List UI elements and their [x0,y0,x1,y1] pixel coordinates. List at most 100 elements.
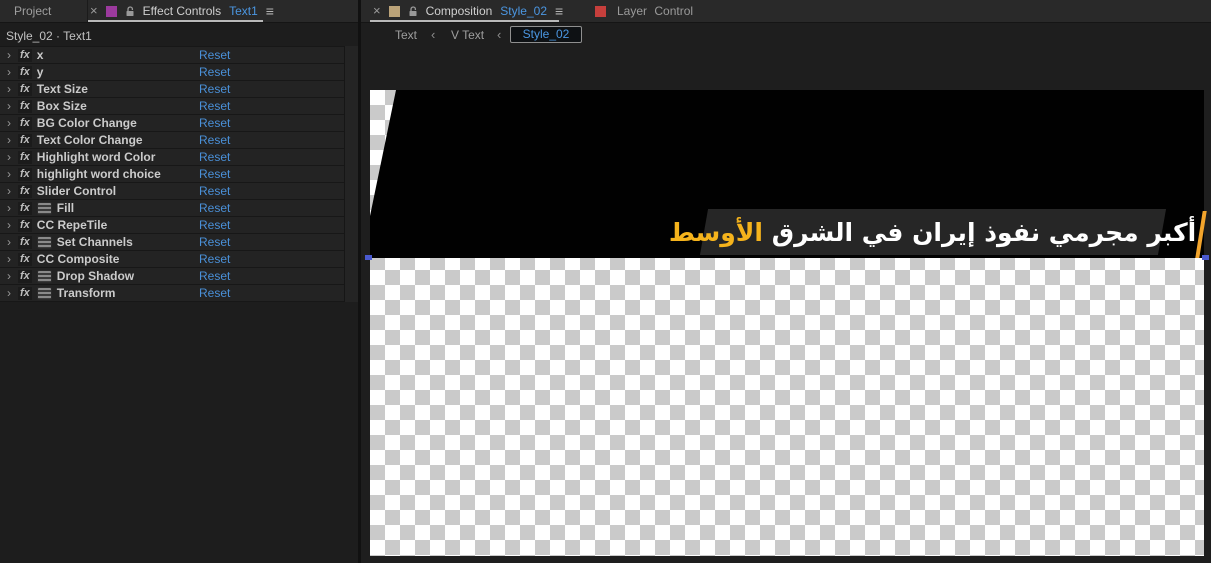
expand-chevron-icon[interactable]: › [7,65,15,79]
tab-composition[interactable]: × Composition Style_02 ≡ [373,0,563,22]
effect-row[interactable]: › fx Text Size Reset [0,81,344,98]
expand-chevron-icon[interactable]: › [7,99,15,113]
fx-toggle-icon[interactable]: fx [18,116,32,130]
effect-row[interactable]: › fx CC Composite Reset [0,251,344,268]
effect-plugin-icon [36,235,52,249]
fx-toggle-icon[interactable]: fx [18,269,32,283]
reset-link[interactable]: Reset [199,286,230,300]
headline-highlight: الأوسط [669,217,764,247]
effect-row[interactable]: › fx highlight word choice Reset [0,166,344,183]
layer-handle-right[interactable] [1202,255,1209,260]
fx-toggle-icon[interactable]: fx [18,99,32,113]
tab-layer-control[interactable]: Layer Control [595,0,693,22]
effect-row[interactable]: › fx Fill Reset [0,200,344,217]
fx-toggle-icon[interactable]: fx [18,65,32,79]
close-icon[interactable]: × [373,0,381,22]
panel-menu-icon[interactable]: ≡ [266,3,274,19]
reset-link[interactable]: Reset [199,133,230,147]
breadcrumb-current-comp[interactable]: Style_02 [510,26,582,43]
effect-row[interactable]: › fx x Reset [0,47,344,64]
panel-group-chip-tan [388,5,400,17]
reset-link[interactable]: Reset [199,269,230,283]
expand-chevron-icon[interactable]: › [7,150,15,164]
tab-effect-controls[interactable]: × Effect Controls Text1 ≡ [90,0,274,22]
expand-chevron-icon[interactable]: › [7,116,15,130]
reset-link[interactable]: Reset [199,235,230,249]
reset-link[interactable]: Reset [199,82,230,96]
fx-toggle-icon[interactable]: fx [18,133,32,147]
expand-chevron-icon[interactable]: › [7,167,15,181]
effect-controls-title: Effect Controls [142,4,222,18]
composition-viewport[interactable]: أكبر مجرمي نفوذ إيران في الشرق الأوسط [365,90,1209,556]
expand-chevron-icon[interactable]: › [7,82,15,96]
fx-toggle-icon[interactable]: fx [18,82,32,96]
headline-white: أكبر مجرمي نفوذ إيران في الشرق [772,217,1197,247]
reset-link[interactable]: Reset [199,65,230,79]
fx-toggle-icon[interactable]: fx [18,235,32,249]
effect-row[interactable]: › fx Set Channels Reset [0,234,344,251]
chevron-left-icon: ‹ [431,27,436,42]
active-tab-underline [88,20,263,22]
expand-chevron-icon[interactable]: › [7,252,15,266]
breadcrumb-text[interactable]: Text [395,28,417,42]
effect-row[interactable]: › fx y Reset [0,64,344,81]
reset-link[interactable]: Reset [199,218,230,232]
active-tab-underline [370,20,559,22]
left-tabbar: Project × Effect Controls Text1 ≡ [0,0,358,23]
fx-toggle-icon[interactable]: fx [18,201,32,215]
close-icon[interactable]: × [90,0,98,22]
expand-chevron-icon[interactable]: › [7,218,15,232]
reset-link[interactable]: Reset [199,167,230,181]
reset-link[interactable]: Reset [199,116,230,130]
effect-row[interactable]: › fx BG Color Change Reset [0,115,344,132]
tab-project[interactable]: Project [14,0,51,22]
reset-link[interactable]: Reset [199,184,230,198]
reset-link[interactable]: Reset [199,48,230,62]
expand-chevron-icon[interactable]: › [7,201,15,215]
reset-link[interactable]: Reset [199,252,230,266]
effect-name: Slider Control [36,184,117,198]
fx-toggle-icon[interactable]: fx [18,218,32,232]
effect-row[interactable]: › fx Transform Reset [0,285,344,302]
layer-handle-left[interactable] [365,255,372,260]
panel-menu-icon[interactable]: ≡ [555,3,563,19]
panel-group-chip-red [595,5,606,17]
fx-toggle-icon[interactable]: fx [18,252,32,266]
comp-layer-subtitle: Style_02 · Text1 [6,29,92,43]
effect-row[interactable]: › fx Highlight word Color Reset [0,149,344,166]
expand-chevron-icon[interactable]: › [7,133,15,147]
expand-chevron-icon[interactable]: › [7,48,15,62]
expand-chevron-icon[interactable]: › [7,269,15,283]
lower-third-box[interactable]: أكبر مجرمي نفوذ إيران في الشرق الأوسط [669,209,1197,255]
fx-toggle-icon[interactable]: fx [18,286,32,300]
effect-row[interactable]: › fx Slider Control Reset [0,183,344,200]
reset-link[interactable]: Reset [199,99,230,113]
effect-name: y [36,65,44,79]
composition-title: Composition [425,4,493,18]
lock-open-icon[interactable] [408,5,418,17]
effect-name: x [36,48,44,62]
lock-open-icon[interactable] [125,5,135,17]
fx-toggle-icon[interactable]: fx [18,184,32,198]
effect-name: Text Size [36,82,88,96]
fx-toggle-icon[interactable]: fx [18,167,32,181]
scrollbar-gutter[interactable] [345,46,358,302]
expand-chevron-icon[interactable]: › [7,286,15,300]
effect-row[interactable]: › fx CC RepeTile Reset [0,217,344,234]
effect-row[interactable]: › fx Drop Shadow Reset [0,268,344,285]
effect-row[interactable]: › fx Box Size Reset [0,98,344,115]
breadcrumb-v-text[interactable]: V Text [451,28,484,42]
fx-toggle-icon[interactable]: fx [18,150,32,164]
fx-toggle-icon[interactable]: fx [18,48,32,62]
effect-row[interactable]: › fx Text Color Change Reset [0,132,344,149]
reset-link[interactable]: Reset [199,201,230,215]
composition-target: Style_02 [500,4,547,18]
reset-link[interactable]: Reset [199,150,230,164]
effects-list: › fx x Reset › fx y Reset › fx Text Size Reset › fx Bo… [0,46,345,302]
effect-plugin-icon [36,286,52,300]
chevron-left-icon: ‹ [497,27,502,42]
expand-chevron-icon[interactable]: › [7,235,15,249]
effect-name: CC Composite [36,252,120,266]
expand-chevron-icon[interactable]: › [7,184,15,198]
tab-divider [87,0,88,22]
